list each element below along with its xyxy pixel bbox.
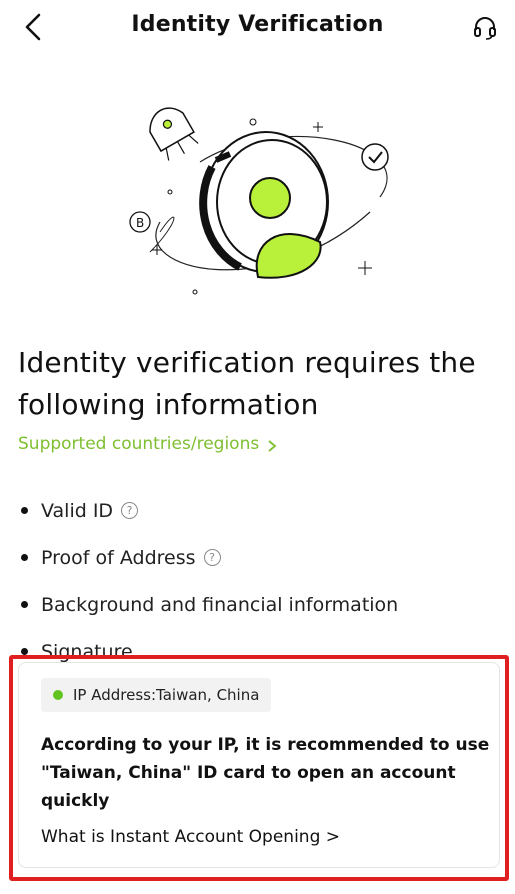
instant-account-opening-link[interactable]: What is Instant Account Opening > — [41, 827, 340, 847]
identity-illustration: B — [120, 102, 410, 302]
requirements-heading: Identity verification requires the follo… — [18, 346, 476, 421]
headset-icon — [474, 17, 496, 40]
support-button[interactable] — [469, 12, 501, 44]
help-icon[interactable]: ? — [203, 549, 221, 566]
bullet-icon — [21, 601, 28, 608]
list-item: Valid ID ? — [18, 487, 498, 534]
identity-verification-illustration: B — [129, 107, 389, 295]
status-dot-icon — [53, 690, 63, 700]
chevron-right-icon — [268, 440, 277, 452]
svg-text:B: B — [136, 216, 144, 230]
supported-countries-link[interactable]: Supported countries/regions — [18, 434, 277, 454]
requirement-label: Proof of Address — [41, 546, 196, 569]
ip-recommendation-text: According to your IP, it is recommended … — [41, 735, 490, 811]
list-item: Proof of Address ? — [18, 534, 498, 581]
bullet-icon — [21, 648, 28, 655]
requirement-label: Signature — [41, 640, 133, 663]
list-item: Background and financial information — [18, 581, 498, 628]
bullet-icon — [21, 554, 28, 561]
bullet-icon — [21, 507, 28, 514]
supported-countries-label: Supported countries/regions — [18, 434, 260, 454]
ip-address-badge: IP Address:Taiwan, China — [41, 678, 272, 712]
requirement-label: Background and financial information — [41, 593, 399, 616]
requirement-label: Valid ID — [41, 499, 114, 522]
requirements-list: Valid ID ? Proof of Address ? Background… — [18, 487, 498, 675]
top-bar: Identity Verification — [0, 0, 515, 56]
ip-recommendation-card: IP Address:Taiwan, China According to yo… — [18, 662, 500, 868]
page-title: Identity Verification — [131, 12, 384, 37]
ip-address-label: IP Address:Taiwan, China — [73, 686, 260, 704]
help-icon[interactable]: ? — [121, 502, 139, 519]
